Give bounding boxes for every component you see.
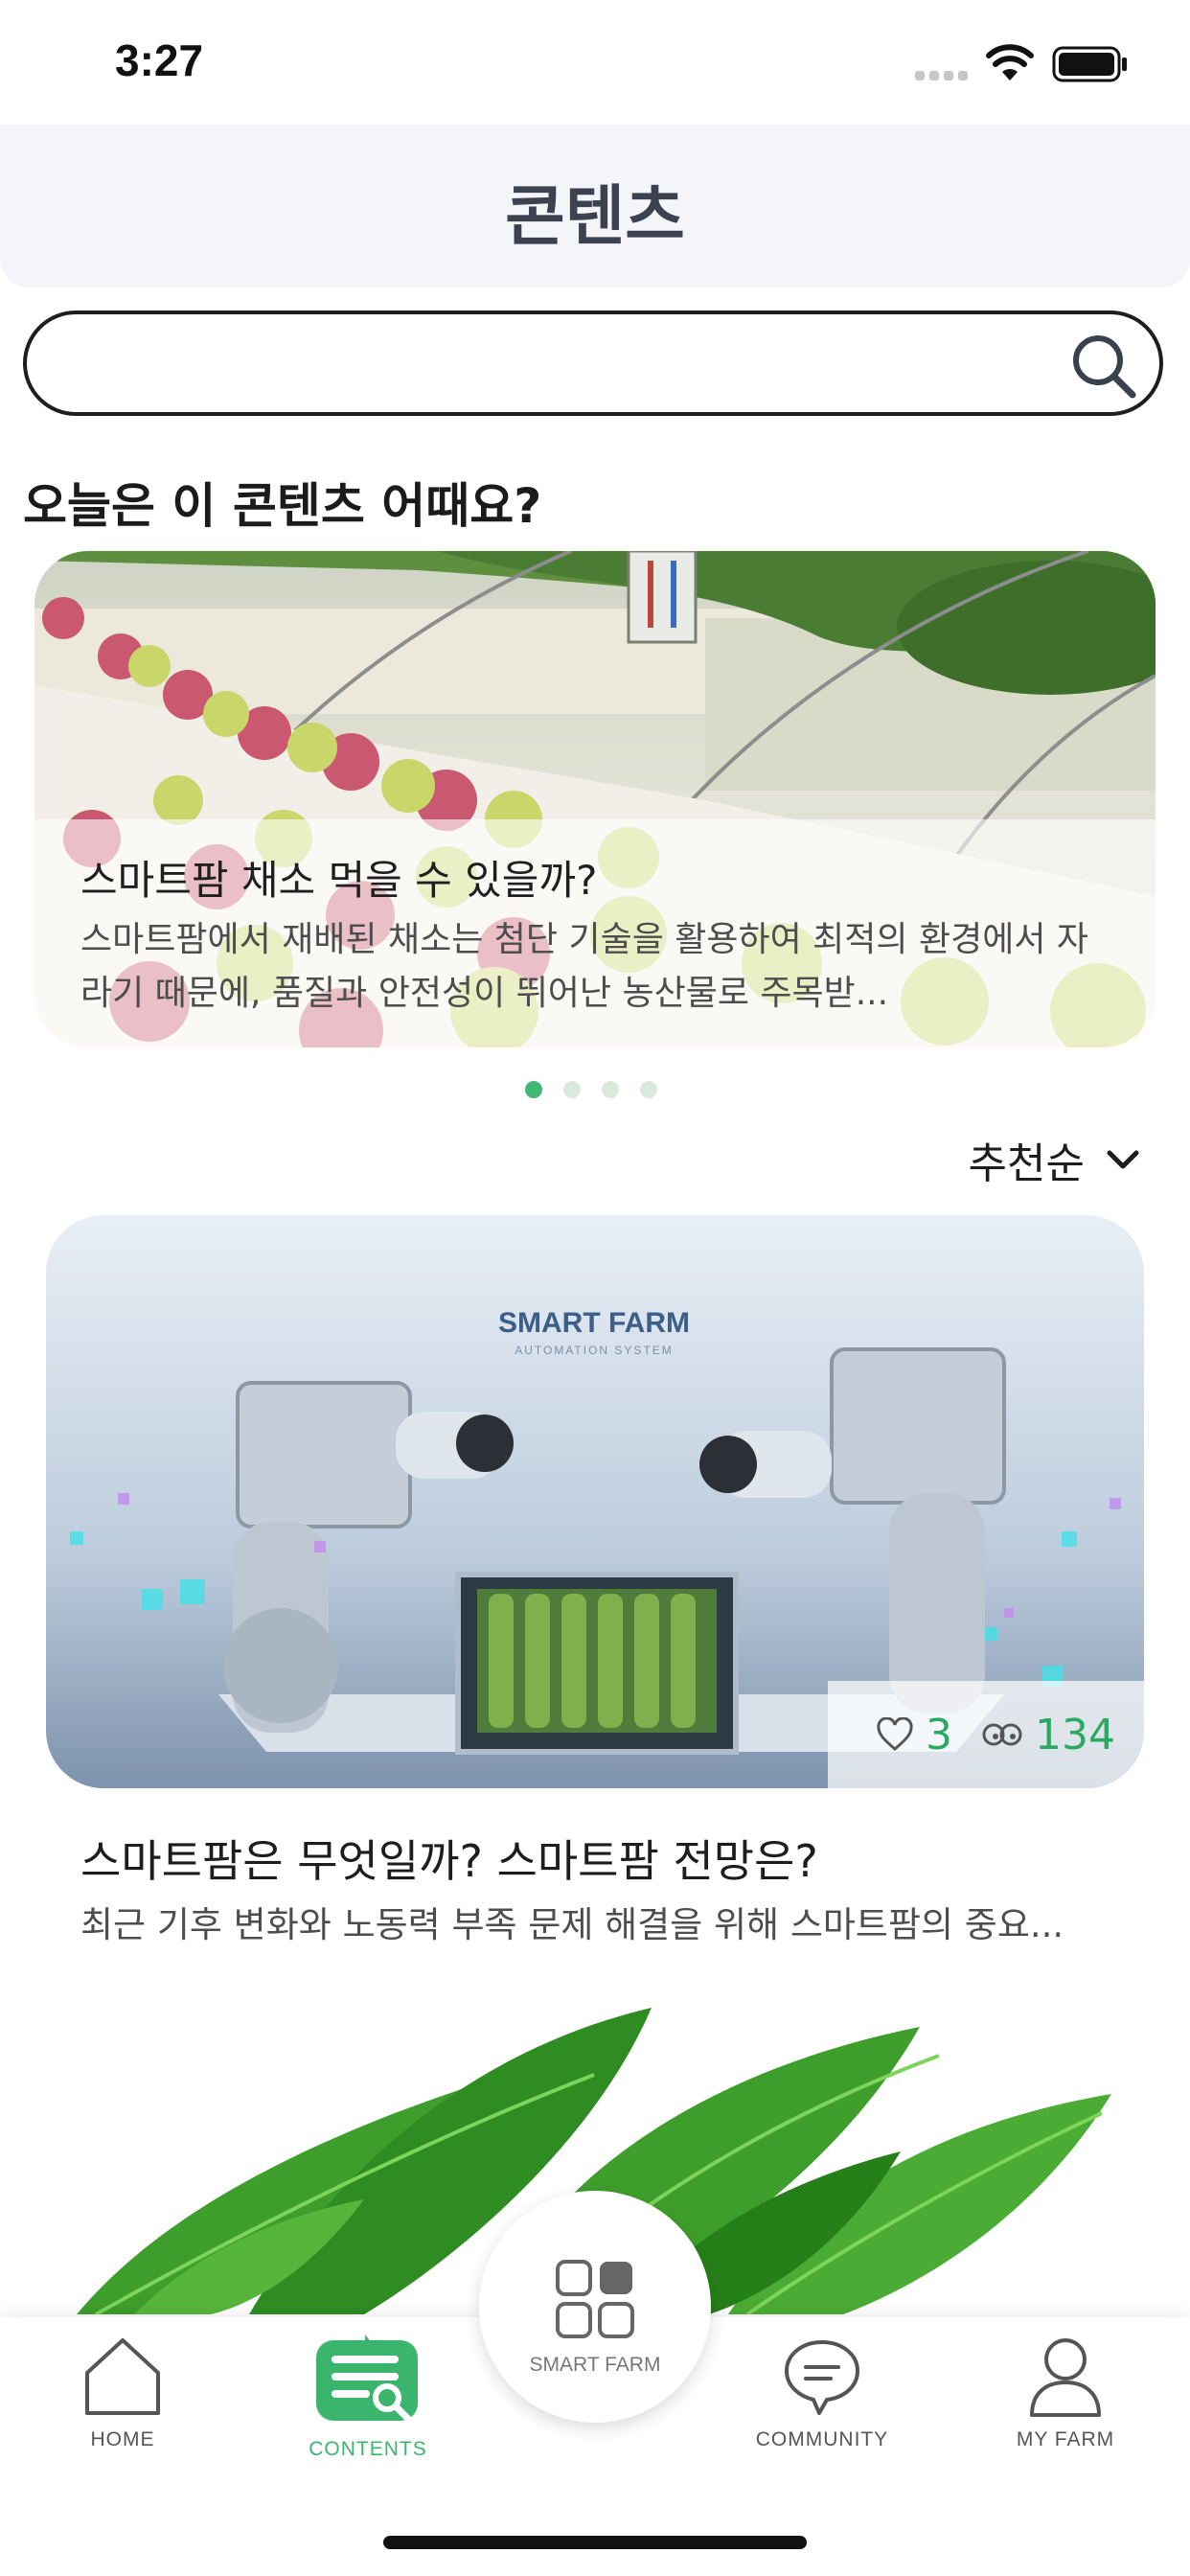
wifi-icon bbox=[986, 44, 1034, 80]
tab-label: MY FARM bbox=[1016, 2428, 1115, 2450]
tab-my-farm[interactable]: MY FARM bbox=[970, 2334, 1161, 2451]
signal-icon bbox=[915, 71, 968, 80]
chat-bubble-icon bbox=[785, 2340, 859, 2415]
home-indicator bbox=[383, 2536, 807, 2549]
search-input[interactable] bbox=[65, 334, 1027, 395]
sort-dropdown[interactable]: 추천순 bbox=[969, 1129, 1140, 1190]
tab-contents[interactable]: CONTENTS bbox=[272, 2334, 464, 2461]
article-stats: 3 134 bbox=[828, 1681, 1144, 1788]
image-subheading: AUTOMATION SYSTEM bbox=[515, 1344, 674, 1357]
tab-label: COMMUNITY bbox=[755, 2428, 889, 2450]
article-title[interactable]: 스마트팜은 무엇일까? 스마트팜 전망은? bbox=[80, 1827, 818, 1890]
section-title: 오늘은 이 콘텐츠 어때요? bbox=[23, 478, 542, 534]
featured-card[interactable]: 스마트팜 채소 먹을 수 있을까? 스마트팜에서 재배된 채소는 첨단 기술을 … bbox=[34, 551, 1156, 1047]
heart-icon[interactable] bbox=[876, 1717, 914, 1752]
tab-home[interactable]: HOME bbox=[27, 2334, 218, 2451]
article-description: 최근 기후 변화와 노동력 부족 문제 해결을 위해 스마트팜의 중요... bbox=[80, 1904, 1064, 1945]
pagination-dot[interactable] bbox=[640, 1081, 657, 1098]
smart-farm-button[interactable]: SMART FARM bbox=[479, 2191, 711, 2423]
article-thumbnail[interactable]: SMART FARM AUTOMATION SYSTEM 3 134 bbox=[46, 1215, 1144, 1788]
battery-icon bbox=[1052, 46, 1127, 82]
views-icon bbox=[982, 1723, 1022, 1746]
person-icon bbox=[1030, 2338, 1101, 2417]
status-time: 3:27 bbox=[115, 35, 204, 85]
pagination-dot[interactable] bbox=[602, 1081, 619, 1098]
featured-description: 스마트팜에서 재배된 채소는 첨단 기술을 활용하여 최적의 환경에서 자라기 … bbox=[80, 920, 1089, 1013]
pagination-dot-active[interactable] bbox=[525, 1081, 542, 1098]
tab-community[interactable]: COMMUNITY bbox=[726, 2334, 918, 2451]
search-icon[interactable] bbox=[1067, 330, 1140, 402]
tab-label: HOME bbox=[90, 2428, 155, 2450]
grid-icon bbox=[556, 2260, 634, 2338]
contents-icon bbox=[316, 2334, 418, 2425]
page-title: 콘텐츠 bbox=[505, 179, 685, 255]
carousel-pagination bbox=[525, 1081, 657, 1098]
image-heading: SMART FARM bbox=[498, 1307, 690, 1339]
home-icon bbox=[85, 2338, 160, 2415]
smart-farm-label: SMART FARM bbox=[529, 2354, 661, 2376]
featured-title: 스마트팜 채소 먹을 수 있을까? bbox=[80, 857, 598, 904]
page-header: 콘텐츠 bbox=[0, 125, 1190, 288]
view-count: 134 bbox=[1035, 1710, 1115, 1760]
tab-label: CONTENTS bbox=[309, 2438, 427, 2460]
like-count: 3 bbox=[926, 1710, 952, 1760]
chevron-down-icon bbox=[1107, 1150, 1139, 1169]
sort-label: 추천순 bbox=[968, 1139, 1085, 1188]
search-bar[interactable] bbox=[23, 310, 1163, 416]
pagination-dot[interactable] bbox=[563, 1081, 581, 1098]
